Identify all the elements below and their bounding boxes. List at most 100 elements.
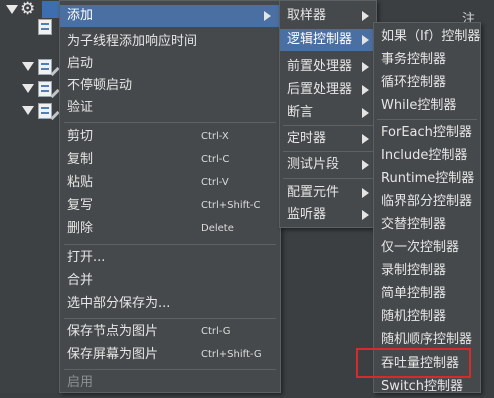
menu-item-foreach-controller[interactable]: ForEach控制器 xyxy=(374,122,480,144)
menu-item-label: 保存屏幕为图片 xyxy=(67,347,159,362)
menu-item-logic-controller[interactable]: 逻辑控制器 xyxy=(280,29,376,51)
menu-item-random-controller[interactable]: 随机控制器 xyxy=(374,306,480,328)
menu-item-label: 仅一次控制器 xyxy=(381,240,460,255)
menu-item-label: 剪切 xyxy=(67,129,94,144)
menu-item-include-controller[interactable]: Include控制器 xyxy=(374,145,480,167)
menu-item-simple-controller[interactable]: 简单控制器 xyxy=(374,283,480,305)
submenu-arrow-icon xyxy=(362,108,369,118)
menu-separator xyxy=(283,151,373,152)
menu-item-label: 启动 xyxy=(67,56,94,71)
menu-item-once-only-controller[interactable]: 仅一次控制器 xyxy=(374,237,480,259)
menu-item-copy[interactable]: 复制 Ctrl-C xyxy=(60,149,280,171)
menu-item-label: 不停顿启动 xyxy=(67,78,133,93)
menu-item-open[interactable]: 打开... xyxy=(60,247,280,269)
shortcut-label: Ctrl-X xyxy=(201,131,229,142)
menu-item-start[interactable]: 启动 xyxy=(60,53,280,75)
menu-item-label: 测试片段 xyxy=(287,157,340,172)
menu-item-listener[interactable]: 监听器 xyxy=(280,204,376,226)
test-plan-tree: ⚙ xyxy=(0,0,66,393)
menu-item-timer[interactable]: 定时器 xyxy=(280,128,376,150)
menu-item-post-processor[interactable]: 后置处理器 xyxy=(280,79,376,101)
menu-item-label: 启用 xyxy=(67,375,94,390)
menu-item-label: 选中部分保存为... xyxy=(67,296,171,311)
submenu-arrow-icon xyxy=(362,188,369,198)
menu-item-enable[interactable]: 启用 xyxy=(60,372,280,394)
logic-controller-submenu: 如果（If）控制器 事务控制器 循环控制器 While控制器 ForEach控制… xyxy=(373,22,481,394)
menu-item-start-no-pause[interactable]: 不停顿启动 xyxy=(60,75,280,97)
menu-item-cut[interactable]: 剪切 Ctrl-X xyxy=(60,126,280,148)
menu-item-label: 验证 xyxy=(67,100,94,115)
menu-item-label: 复写 xyxy=(67,198,94,213)
tree-node[interactable] xyxy=(22,58,62,78)
menu-item-save-screen-image[interactable]: 保存屏幕为图片 Ctrl+Shift-G xyxy=(60,344,280,366)
tree-node[interactable] xyxy=(22,80,62,100)
menu-item-label: 随机控制器 xyxy=(381,309,447,324)
shortcut-label: Ctrl-G xyxy=(201,326,231,337)
menu-item-label: Switch控制器 xyxy=(381,379,463,394)
menu-item-add-think-time[interactable]: 为子线程添加响应时间 xyxy=(60,31,280,53)
menu-item-label: ForEach控制器 xyxy=(381,125,472,140)
menu-item-merge[interactable]: 合并 xyxy=(60,270,280,292)
menu-item-save-node-image[interactable]: 保存节点为图片 Ctrl-G xyxy=(60,321,280,343)
menu-item-pre-processor[interactable]: 前置处理器 xyxy=(280,56,376,78)
collapse-arrow-icon[interactable] xyxy=(22,62,34,71)
submenu-arrow-icon xyxy=(362,11,369,21)
menu-item-delete[interactable]: 删除 Delete xyxy=(60,218,280,240)
menu-item-label: 逻辑控制器 xyxy=(287,32,353,47)
highlight-box xyxy=(356,348,471,378)
menu-item-label: 为子线程添加响应时间 xyxy=(67,34,198,49)
collapse-arrow-icon[interactable] xyxy=(22,106,34,115)
menu-item-label: 定时器 xyxy=(287,131,327,146)
menu-item-label: 监听器 xyxy=(287,207,327,222)
menu-item-label: 简单控制器 xyxy=(381,286,447,301)
menu-item-test-fragment[interactable]: 测试片段 xyxy=(280,154,376,176)
menu-item-label: 后置处理器 xyxy=(287,82,353,97)
menu-item-label: 断言 xyxy=(287,105,314,120)
menu-item-label: 配置元件 xyxy=(287,185,340,200)
shortcut-label: Delete xyxy=(201,223,234,234)
menu-separator xyxy=(283,178,373,179)
menu-item-assertion[interactable]: 断言 xyxy=(280,102,376,124)
menu-item-critical-section-controller[interactable]: 临界部分控制器 xyxy=(374,191,480,213)
tree-node[interactable] xyxy=(22,102,62,122)
menu-item-label: 如果（If）控制器 xyxy=(381,29,481,44)
menu-item-sampler[interactable]: 取样器 xyxy=(280,5,376,27)
menu-separator xyxy=(64,369,276,370)
submenu-arrow-icon xyxy=(362,210,369,220)
gear-icon: ⚙ xyxy=(20,0,36,19)
menu-item-validate[interactable]: 验证 xyxy=(60,97,280,119)
collapse-arrow-icon[interactable] xyxy=(6,5,18,14)
shortcut-label: Ctrl-V xyxy=(201,177,229,188)
menu-item-interleave-controller[interactable]: 交替控制器 xyxy=(374,214,480,236)
menu-item-switch-controller[interactable]: Switch控制器 xyxy=(374,376,480,398)
thread-group-icon xyxy=(38,19,52,35)
menu-item-while-controller[interactable]: While控制器 xyxy=(374,95,480,117)
menu-item-paste[interactable]: 粘贴 Ctrl-V xyxy=(60,172,280,194)
submenu-arrow-icon xyxy=(362,134,369,144)
menu-separator xyxy=(64,318,276,319)
menu-item-loop-controller[interactable]: 循环控制器 xyxy=(374,72,480,94)
menu-item-label: 录制控制器 xyxy=(381,263,447,278)
menu-item-duplicate[interactable]: 复写 Ctrl+Shift-C xyxy=(60,195,280,217)
shortcut-label: Ctrl-C xyxy=(201,154,230,165)
menu-item-if-controller[interactable]: 如果（If）控制器 xyxy=(374,26,480,48)
menu-item-save-selection-as[interactable]: 选中部分保存为... xyxy=(60,293,280,315)
menu-item-label: 保存节点为图片 xyxy=(67,324,159,339)
add-submenu: 取样器 逻辑控制器 前置处理器 后置处理器 断言 定时器 测试片段 配置元件 监… xyxy=(279,0,377,228)
submenu-arrow-icon xyxy=(362,85,369,95)
menu-separator xyxy=(377,119,477,120)
menu-item-label: 删除 xyxy=(67,221,94,236)
menu-separator xyxy=(283,125,373,126)
tree-node[interactable] xyxy=(22,18,62,38)
menu-item-add[interactable]: 添加 xyxy=(60,5,280,27)
collapse-arrow-icon[interactable] xyxy=(22,84,34,93)
menu-item-runtime-controller[interactable]: Runtime控制器 xyxy=(374,168,480,190)
menu-item-label: 打开... xyxy=(67,250,106,265)
submenu-arrow-icon xyxy=(362,160,369,170)
tree-root-test-plan[interactable]: ⚙ xyxy=(6,0,66,20)
menu-item-label: 随机顺序控制器 xyxy=(381,332,473,347)
menu-item-recording-controller[interactable]: 录制控制器 xyxy=(374,260,480,282)
menu-item-label: 临界部分控制器 xyxy=(381,194,473,209)
menu-item-transaction-controller[interactable]: 事务控制器 xyxy=(374,49,480,71)
menu-item-config-element[interactable]: 配置元件 xyxy=(280,182,376,204)
